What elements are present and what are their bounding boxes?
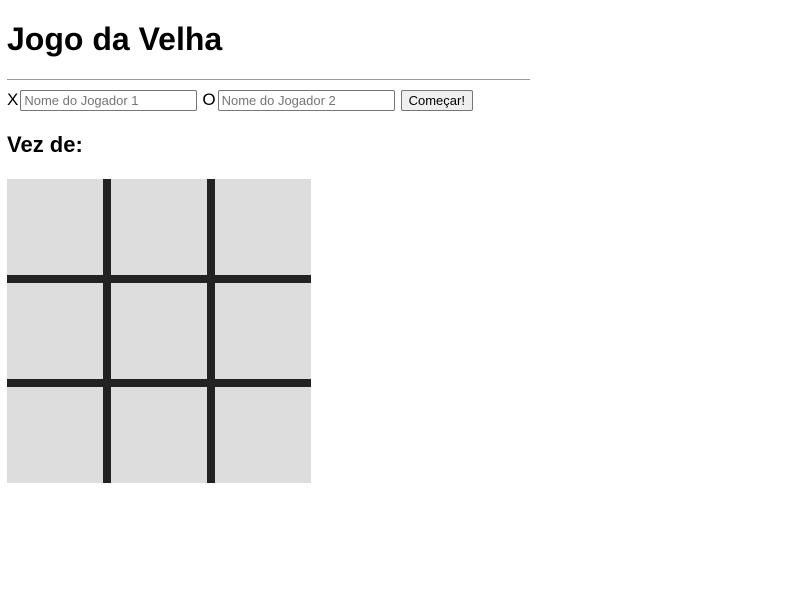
turn-label: Vez de: <box>7 132 83 157</box>
start-game-button[interactable]: Começar! <box>400 89 473 111</box>
board-cell[interactable] <box>111 179 207 275</box>
board-grid-line <box>7 275 103 283</box>
page-title: Jogo da Velha <box>7 21 223 57</box>
board-cell[interactable] <box>7 179 103 275</box>
board-grid-line <box>7 379 103 387</box>
board-grid-line <box>111 379 207 387</box>
player-o-name-input[interactable] <box>217 89 395 111</box>
board-cell[interactable] <box>7 387 103 483</box>
player-x-symbol-label: X <box>7 90 19 109</box>
board-cell[interactable] <box>215 179 311 275</box>
board-cell[interactable] <box>7 283 103 379</box>
board-grid-line <box>111 275 207 283</box>
player-o-symbol-label: O <box>202 90 216 109</box>
board-cell[interactable] <box>111 283 207 379</box>
board-grid-line <box>207 379 215 387</box>
board-grid-line <box>103 387 111 483</box>
board-grid-line <box>103 275 111 283</box>
board-cell[interactable] <box>215 283 311 379</box>
board-grid-line <box>207 283 215 379</box>
player-x-name-input[interactable] <box>20 89 198 111</box>
board-grid-line <box>103 179 111 275</box>
board-grid-line <box>215 379 311 387</box>
board-grid-line <box>207 275 215 283</box>
board-grid-line <box>207 179 215 275</box>
board-grid-line <box>103 379 111 387</box>
board-cell[interactable] <box>111 387 207 483</box>
board-cell[interactable] <box>215 387 311 483</box>
board-grid-line <box>215 275 311 283</box>
board-grid-line <box>103 283 111 379</box>
game-board <box>7 179 311 483</box>
tic-tac-toe-page: Jogo da Velha X O Começar! Vez de: <box>0 0 800 600</box>
title-divider <box>7 79 530 80</box>
turn-indicator: Vez de: <box>7 132 89 158</box>
board-grid-line <box>207 387 215 483</box>
player-setup-form: X O Começar! <box>7 89 473 111</box>
